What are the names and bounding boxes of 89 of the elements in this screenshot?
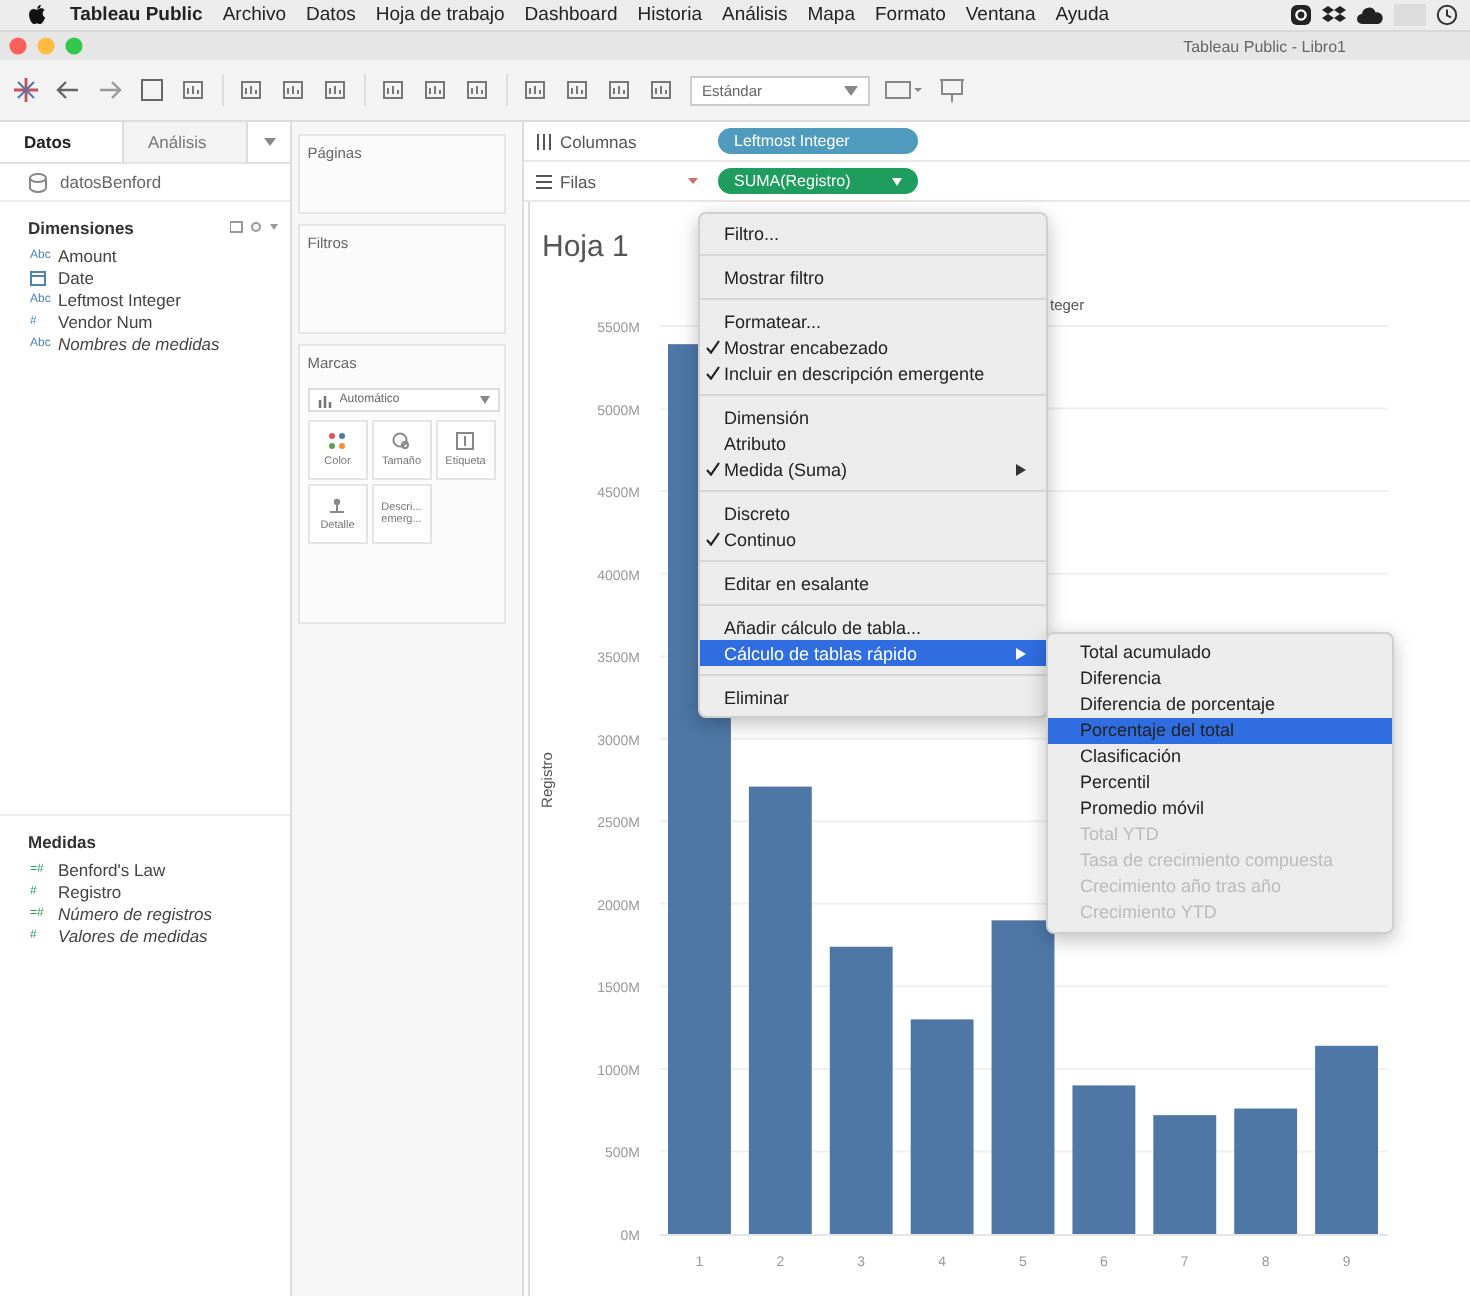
bar[interactable] <box>1072 1085 1136 1234</box>
menu-item[interactable]: Historia <box>637 4 702 26</box>
toolbar-icon[interactable] <box>884 76 924 104</box>
window-title: Tableau Public - Libro1 <box>1183 37 1346 55</box>
menu-option[interactable]: Eliminar <box>700 684 1046 710</box>
toolbar-icon[interactable] <box>564 76 592 104</box>
toolbar-icon[interactable] <box>238 76 266 104</box>
app-menu[interactable]: Tableau Public <box>70 4 203 26</box>
menu-option[interactable]: Cálculo de tablas rápido <box>700 640 1046 666</box>
caret-icon <box>892 177 902 185</box>
menu-item[interactable]: Archivo <box>222 4 287 26</box>
sheet-title: Hoja 1 <box>540 228 629 268</box>
toolbar-icon[interactable] <box>606 76 634 104</box>
menu-option[interactable]: Clasificación <box>1048 744 1392 770</box>
menu-option[interactable]: Formatear... <box>700 308 1046 334</box>
section-title: Medidas <box>28 832 97 852</box>
measure-field[interactable]: Valores de medidas <box>58 925 208 945</box>
dimension-field[interactable]: Amount <box>58 245 117 265</box>
cloud-icon[interactable] <box>1356 5 1384 25</box>
forward-arrow-icon[interactable] <box>96 76 124 104</box>
measure-field[interactable]: Número de registros <box>58 903 213 923</box>
toolbar-icon[interactable] <box>180 76 208 104</box>
menu-option[interactable]: Medida (Suma) <box>700 456 1046 482</box>
menu-option[interactable]: Diferencia de porcentaje <box>1048 692 1392 718</box>
menu-item[interactable]: Ayuda <box>1055 4 1110 26</box>
detail-icon <box>328 495 347 514</box>
menu-option[interactable]: Percentil <box>1048 770 1392 796</box>
shelf-label: Columnas <box>560 131 639 151</box>
size-icon <box>392 431 411 450</box>
toolbar-icon[interactable] <box>380 76 408 104</box>
menu-option[interactable]: Promedio móvil <box>1048 796 1392 822</box>
presentation-icon[interactable] <box>938 76 966 104</box>
dimension-field[interactable]: Vendor Num <box>58 311 153 331</box>
toolbar-icon[interactable] <box>422 76 450 104</box>
menu-option[interactable]: Total acumulado <box>1048 640 1392 666</box>
menu-option[interactable]: Atributo <box>700 430 1046 456</box>
menu-option[interactable]: Editar en esalante <box>700 570 1046 596</box>
menu-option[interactable]: Incluir en descripción emergente <box>700 360 1046 386</box>
label-icon <box>456 431 475 450</box>
toolbar-icon[interactable] <box>322 76 350 104</box>
bar[interactable] <box>1234 1108 1298 1234</box>
menu-option[interactable]: Mostrar encabezado <box>700 334 1046 360</box>
measure-field[interactable]: Registro <box>58 881 122 901</box>
measure-field[interactable]: Benford's Law <box>58 859 166 879</box>
menu-option[interactable]: Dimensión <box>700 404 1046 430</box>
menu-item[interactable]: Mapa <box>807 4 855 26</box>
clock-icon[interactable] <box>1436 4 1458 26</box>
menu-item[interactable]: Análisis <box>721 4 788 26</box>
caret-icon[interactable] <box>264 136 276 148</box>
caret-icon <box>479 396 490 404</box>
calendar-icon <box>30 269 46 285</box>
menu-item[interactable]: Hoja de trabajo <box>375 4 505 26</box>
menu-option[interactable]: Añadir cálculo de tabla... <box>700 614 1046 640</box>
caret-icon <box>844 85 858 95</box>
bar[interactable] <box>991 920 1055 1234</box>
menu-item[interactable]: Formato <box>875 4 946 26</box>
menu-item[interactable]: Dashboard <box>524 4 618 26</box>
apple-icon[interactable] <box>28 4 46 26</box>
menu-item[interactable]: Ventana <box>965 4 1036 26</box>
toolbar-icon[interactable] <box>280 76 308 104</box>
menu-option[interactable]: Mostrar filtro <box>700 264 1046 290</box>
menu-item[interactable]: Datos <box>306 4 356 26</box>
database-icon <box>28 171 52 193</box>
shelf-label: Filas <box>560 171 598 191</box>
dimension-field[interactable]: Date <box>58 267 94 287</box>
logo-icon[interactable] <box>12 76 40 104</box>
bar-chart-icon <box>317 393 334 407</box>
save-icon[interactable] <box>138 76 166 104</box>
rows-icon <box>536 173 552 189</box>
bar[interactable] <box>910 1019 974 1234</box>
submenu-arrow-icon <box>1016 647 1026 659</box>
menu-option[interactable]: Discreto <box>700 500 1046 526</box>
menu-option[interactable]: Diferencia <box>1048 666 1392 692</box>
toolbar-icon[interactable] <box>648 76 676 104</box>
sort-icon[interactable] <box>688 178 698 184</box>
submenu-arrow-icon <box>1016 463 1026 475</box>
menu-option[interactable]: Filtro... <box>700 220 1046 246</box>
back-arrow-icon[interactable] <box>54 76 82 104</box>
view-icon[interactable] <box>229 220 278 236</box>
columns-icon <box>536 133 552 149</box>
data-source-name[interactable]: datosBenford <box>60 172 162 192</box>
toolbar-icon[interactable] <box>464 76 492 104</box>
toolbar-icon[interactable] <box>522 76 550 104</box>
dimension-field[interactable]: Leftmost Integer <box>58 289 181 309</box>
section-title: Dimensiones <box>28 218 134 238</box>
color-dots-icon <box>328 431 347 450</box>
menu-option[interactable]: Continuo <box>700 526 1046 552</box>
dimension-field[interactable]: Nombres de medidas <box>58 333 220 353</box>
pane-tab[interactable]: Análisis <box>124 122 248 162</box>
